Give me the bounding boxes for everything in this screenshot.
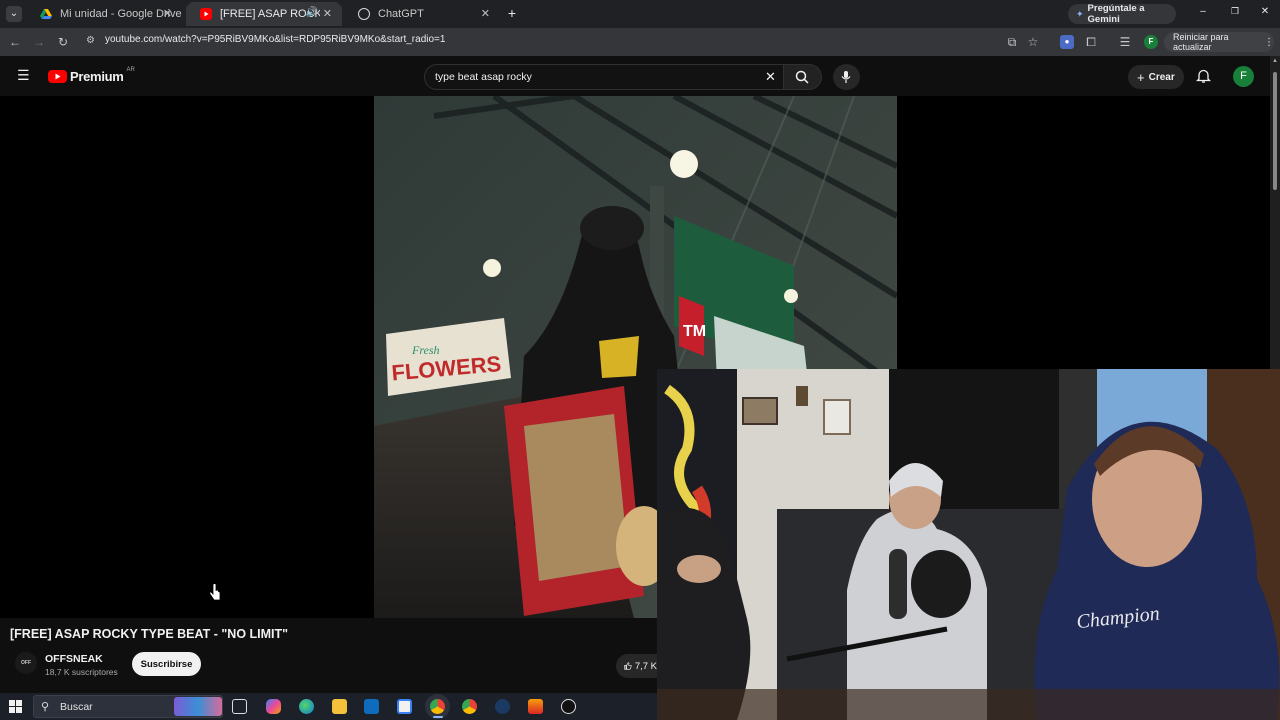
extensions-puzzle-icon[interactable]: ⧠ [1084, 35, 1098, 49]
tab-chatgpt[interactable]: ChatGPT ✕ [344, 2, 500, 26]
chrome-icon[interactable] [430, 699, 445, 714]
menu-icon[interactable]: ☰ [17, 68, 30, 82]
bell-icon [1195, 69, 1212, 83]
edge-browser-icon[interactable] [299, 699, 314, 714]
search-button[interactable] [784, 64, 822, 90]
steam-icon[interactable] [495, 699, 510, 714]
webcam-overlay: Champion [657, 369, 1280, 720]
thumbs-up-icon [624, 662, 632, 670]
close-icon: ✕ [1260, 6, 1270, 17]
browser-tab-strip: ⌄ Mi unidad - Google Drive ✕ [FREE] ASAP… [0, 0, 1280, 28]
search-query[interactable]: type beat asap rocky [435, 71, 532, 83]
like-button[interactable]: 7,7 K [616, 654, 657, 678]
youtube-icon [200, 8, 212, 20]
scroll-up-arrow-icon[interactable]: ▲ [1272, 58, 1278, 64]
account-avatar[interactable]: F [1233, 66, 1254, 87]
restore-button[interactable]: ❐ [1228, 6, 1242, 20]
active-app-indicator [433, 716, 443, 718]
restore-icon: ❐ [1230, 6, 1240, 16]
app-icon-orange[interactable] [528, 699, 543, 714]
youtube-play-icon [48, 69, 67, 83]
webcam-image: Champion [657, 369, 1280, 720]
site-info-icon[interactable]: ⚙ [86, 35, 95, 46]
close-tab-icon[interactable]: ✕ [323, 7, 332, 20]
youtube-logo[interactable]: Premium AR [48, 67, 135, 84]
reload-icon[interactable]: ↻ [56, 35, 70, 49]
minimize-button[interactable]: – [1196, 6, 1210, 20]
search-highlight-image [174, 697, 222, 716]
install-app-icon[interactable]: ⧉ [1005, 35, 1019, 49]
create-button[interactable]: + Crear [1128, 65, 1184, 89]
obs-icon[interactable] [561, 699, 576, 714]
voice-search-button[interactable] [833, 64, 860, 90]
close-tab-icon[interactable]: ✕ [481, 7, 490, 20]
bookmark-star-icon[interactable]: ☆ [1026, 35, 1040, 49]
task-view-icon[interactable] [232, 699, 247, 714]
close-window-button[interactable]: ✕ [1258, 6, 1272, 20]
google-drive-icon [40, 8, 52, 20]
copilot-icon[interactable] [266, 699, 281, 714]
profile-avatar[interactable]: F [1144, 35, 1158, 49]
sign-tm-text: TM [683, 323, 706, 340]
microsoft-store-icon[interactable] [397, 699, 412, 714]
subscribe-button[interactable]: Suscribirse [132, 652, 201, 676]
search-input[interactable]: type beat asap rocky ✕ [424, 64, 784, 90]
gemini-button[interactable]: ✦ Pregúntale a Gemini [1068, 3, 1176, 25]
back-arrow-icon[interactable]: ← [8, 35, 22, 49]
chevron-down-icon: ⌄ [9, 8, 19, 19]
tab-title: ChatGPT [378, 8, 424, 20]
search-icon: ⚲ [41, 701, 50, 713]
tab-youtube[interactable]: [FREE] ASAP ROCKY TYPE B 🔊 ✕ [186, 2, 342, 26]
chrome-profile-icon[interactable] [462, 699, 477, 714]
extension-icon[interactable]: ● [1060, 35, 1074, 49]
chatgpt-icon [358, 8, 370, 20]
outlook-icon[interactable] [364, 699, 379, 714]
browser-toolbar: ← → ↻ ⚙ youtube.com/watch?v=P95RiBV9MKo&… [0, 28, 1280, 56]
channel-avatar[interactable]: OFF [15, 652, 37, 674]
more-vert-icon: ⋮ [1264, 36, 1274, 48]
video-title: [FREE] ASAP ROCKY TYPE BEAT - "NO LIMIT" [10, 627, 289, 641]
forward-arrow-icon[interactable]: → [32, 35, 46, 49]
taskbar-search[interactable]: ⚲ Buscar [33, 695, 223, 718]
search-icon [795, 70, 809, 84]
notifications-button[interactable] [1195, 68, 1212, 84]
audio-playing-icon[interactable]: 🔊 [306, 7, 318, 18]
subscriber-count: 18,7 K suscriptores [45, 667, 118, 677]
file-explorer-icon[interactable] [332, 699, 347, 714]
microphone-icon [841, 71, 851, 83]
clear-search-icon[interactable]: ✕ [765, 69, 776, 85]
update-button[interactable]: Reiniciar para actualizar ⋮ [1164, 32, 1274, 52]
tab-search-button[interactable]: ⌄ [6, 6, 22, 22]
new-tab-button[interactable]: + [504, 5, 520, 21]
sign-fresh-text: Fresh [411, 343, 440, 357]
start-button[interactable] [9, 700, 22, 713]
plus-icon: + [1137, 69, 1145, 85]
mouse-cursor-icon [209, 584, 221, 601]
media-controls-icon[interactable]: ☰ [1118, 35, 1132, 49]
windows-logo-icon [9, 700, 22, 713]
channel-name[interactable]: OFFSNEAK [45, 653, 103, 665]
scrollbar-thumb[interactable] [1273, 72, 1277, 190]
tab-google-drive[interactable]: Mi unidad - Google Drive ✕ [26, 2, 182, 26]
minimize-icon: – [1200, 6, 1206, 17]
url-text[interactable]: youtube.com/watch?v=P95RiBV9MKo&list=RDP… [105, 34, 445, 45]
close-tab-icon[interactable]: ✕ [163, 7, 172, 20]
gemini-sparkle-icon: ✦ [1076, 8, 1084, 19]
